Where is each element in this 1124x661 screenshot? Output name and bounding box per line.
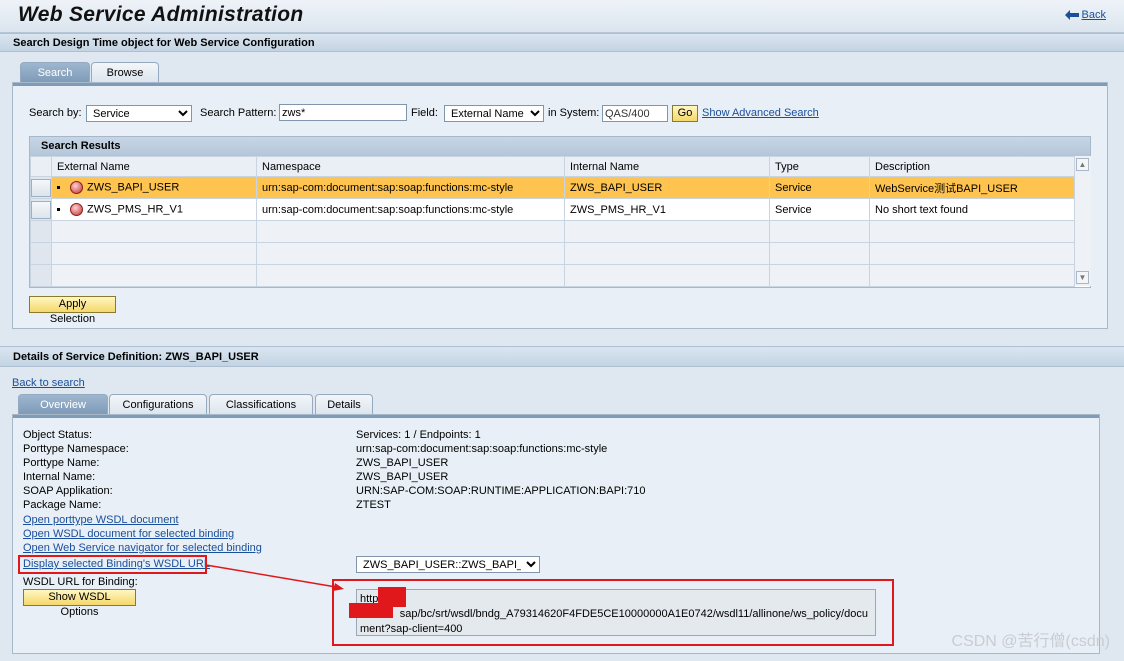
wsdl-url-label: WSDL URL for Binding: [23,576,138,588]
back-link[interactable]: Back [1064,9,1106,21]
search-by-select[interactable]: Service [86,105,192,122]
search-results: Search Results External Name Namespace I… [29,136,1091,288]
column-header-description: Description [869,156,1075,177]
empty-row [30,242,1075,265]
column-header-external-name: External Name [51,156,257,177]
annotation-box-link [18,555,207,574]
search-pattern-input[interactable] [279,104,407,121]
cell-type: Service [769,198,870,221]
page-title: Web Service Administration [18,3,304,26]
table-row[interactable]: ZWS_PMS_HR_V1 urn:sap-com:document:sap:s… [30,198,1075,221]
field-label: SOAP Applikation: [23,485,113,497]
back-label: Back [1081,9,1106,21]
field-value: URN:SAP-COM:SOAP:RUNTIME:APPLICATION:BAP… [356,485,646,497]
column-header-namespace: Namespace [256,156,565,177]
field-label: Internal Name: [23,471,96,483]
bullet-icon [57,186,60,189]
field-value: Services: 1 / Endpoints: 1 [356,429,481,441]
cell-namespace: urn:sap-com:document:sap:soap:functions:… [256,198,565,221]
annotation-arrow-icon [205,564,344,591]
tab-overview[interactable]: Overview [18,394,108,414]
show-wsdl-options-button[interactable]: Show WSDL Options [23,589,136,618]
system-field [602,105,668,122]
column-header-type: Type [769,156,870,177]
cell-internal-name: ZWS_BAPI_USER [564,176,770,199]
row-selector[interactable] [30,198,52,221]
empty-row [30,220,1075,243]
cell-internal-name: ZWS_PMS_HR_V1 [564,198,770,221]
watermark: CSDN @苦行僧(csdn) [951,633,1110,650]
bullet-icon [57,208,60,211]
go-button[interactable]: Go [672,105,698,122]
field-value: ZTEST [356,499,391,511]
cell-namespace: urn:sap-com:document:sap:soap:functions:… [256,176,565,199]
field-value: urn:sap-com:document:sap:soap:functions:… [356,443,608,455]
details-section-header: Details of Service Definition: ZWS_BAPI_… [0,346,1124,367]
back-arrow-icon [1064,10,1079,20]
field-label: Field: [411,107,438,119]
cell-type: Service [769,176,870,199]
open-binding-wsdl-link[interactable]: Open WSDL document for selected binding [23,528,234,540]
panel-top-border [13,415,1099,418]
advanced-search-link[interactable]: Show Advanced Search [702,107,819,119]
scroll-up-icon[interactable]: ▲ [1076,158,1089,171]
tab-search[interactable]: Search [20,62,90,82]
search-results-title: Search Results [30,137,1090,156]
tab-browse[interactable]: Browse [91,62,159,82]
service-icon [70,203,83,216]
table-header-row: External Name Namespace Internal Name Ty… [30,156,1075,177]
field-value: ZWS_BAPI_USER [356,471,449,483]
scroll-down-icon[interactable]: ▼ [1076,271,1089,284]
row-selector[interactable] [30,176,52,199]
cell-external-name: ZWS_BAPI_USER [87,181,180,194]
column-header-internal-name: Internal Name [564,156,770,177]
annotation-box-url [332,579,894,646]
cell-external-name: ZWS_PMS_HR_V1 [87,203,183,216]
field-label: Package Name: [23,499,102,511]
cell-description: WebService测试BAPI_USER [869,176,1075,199]
tab-configurations[interactable]: Configurations [109,394,207,414]
field-label: Porttype Name: [23,457,100,469]
field-label: Porttype Namespace: [23,443,129,455]
select-all-cell [30,156,52,177]
back-to-search-link[interactable]: Back to search [12,377,85,389]
system-label: in System: [548,107,600,119]
binding-select[interactable]: ZWS_BAPI_USER::ZWS_BAPI_... [356,556,540,573]
search-pattern-label: Search Pattern: [200,107,277,119]
empty-row [30,264,1075,287]
search-by-label: Search by: [29,107,82,119]
tab-classifications[interactable]: Classifications [209,394,313,414]
results-table: External Name Namespace Internal Name Ty… [30,156,1075,287]
results-scrollbar[interactable]: ▲ ▼ [1074,156,1091,286]
table-row[interactable]: ZWS_BAPI_USER urn:sap-com:document:sap:s… [30,176,1075,199]
service-icon [70,181,83,194]
apply-selection-button[interactable]: Apply Selection [29,296,116,325]
tab-details[interactable]: Details [315,394,373,414]
field-label: Object Status: [23,429,93,441]
field-select[interactable]: External Name [444,105,544,122]
open-navigator-link[interactable]: Open Web Service navigator for selected … [23,542,262,554]
search-section-header: Search Design Time object for Web Servic… [0,33,1124,52]
open-porttype-wsdl-link[interactable]: Open porttype WSDL document [23,514,179,526]
panel-top-border [13,83,1107,86]
cell-description: No short text found [869,198,1075,221]
field-value: ZWS_BAPI_USER [356,457,449,469]
